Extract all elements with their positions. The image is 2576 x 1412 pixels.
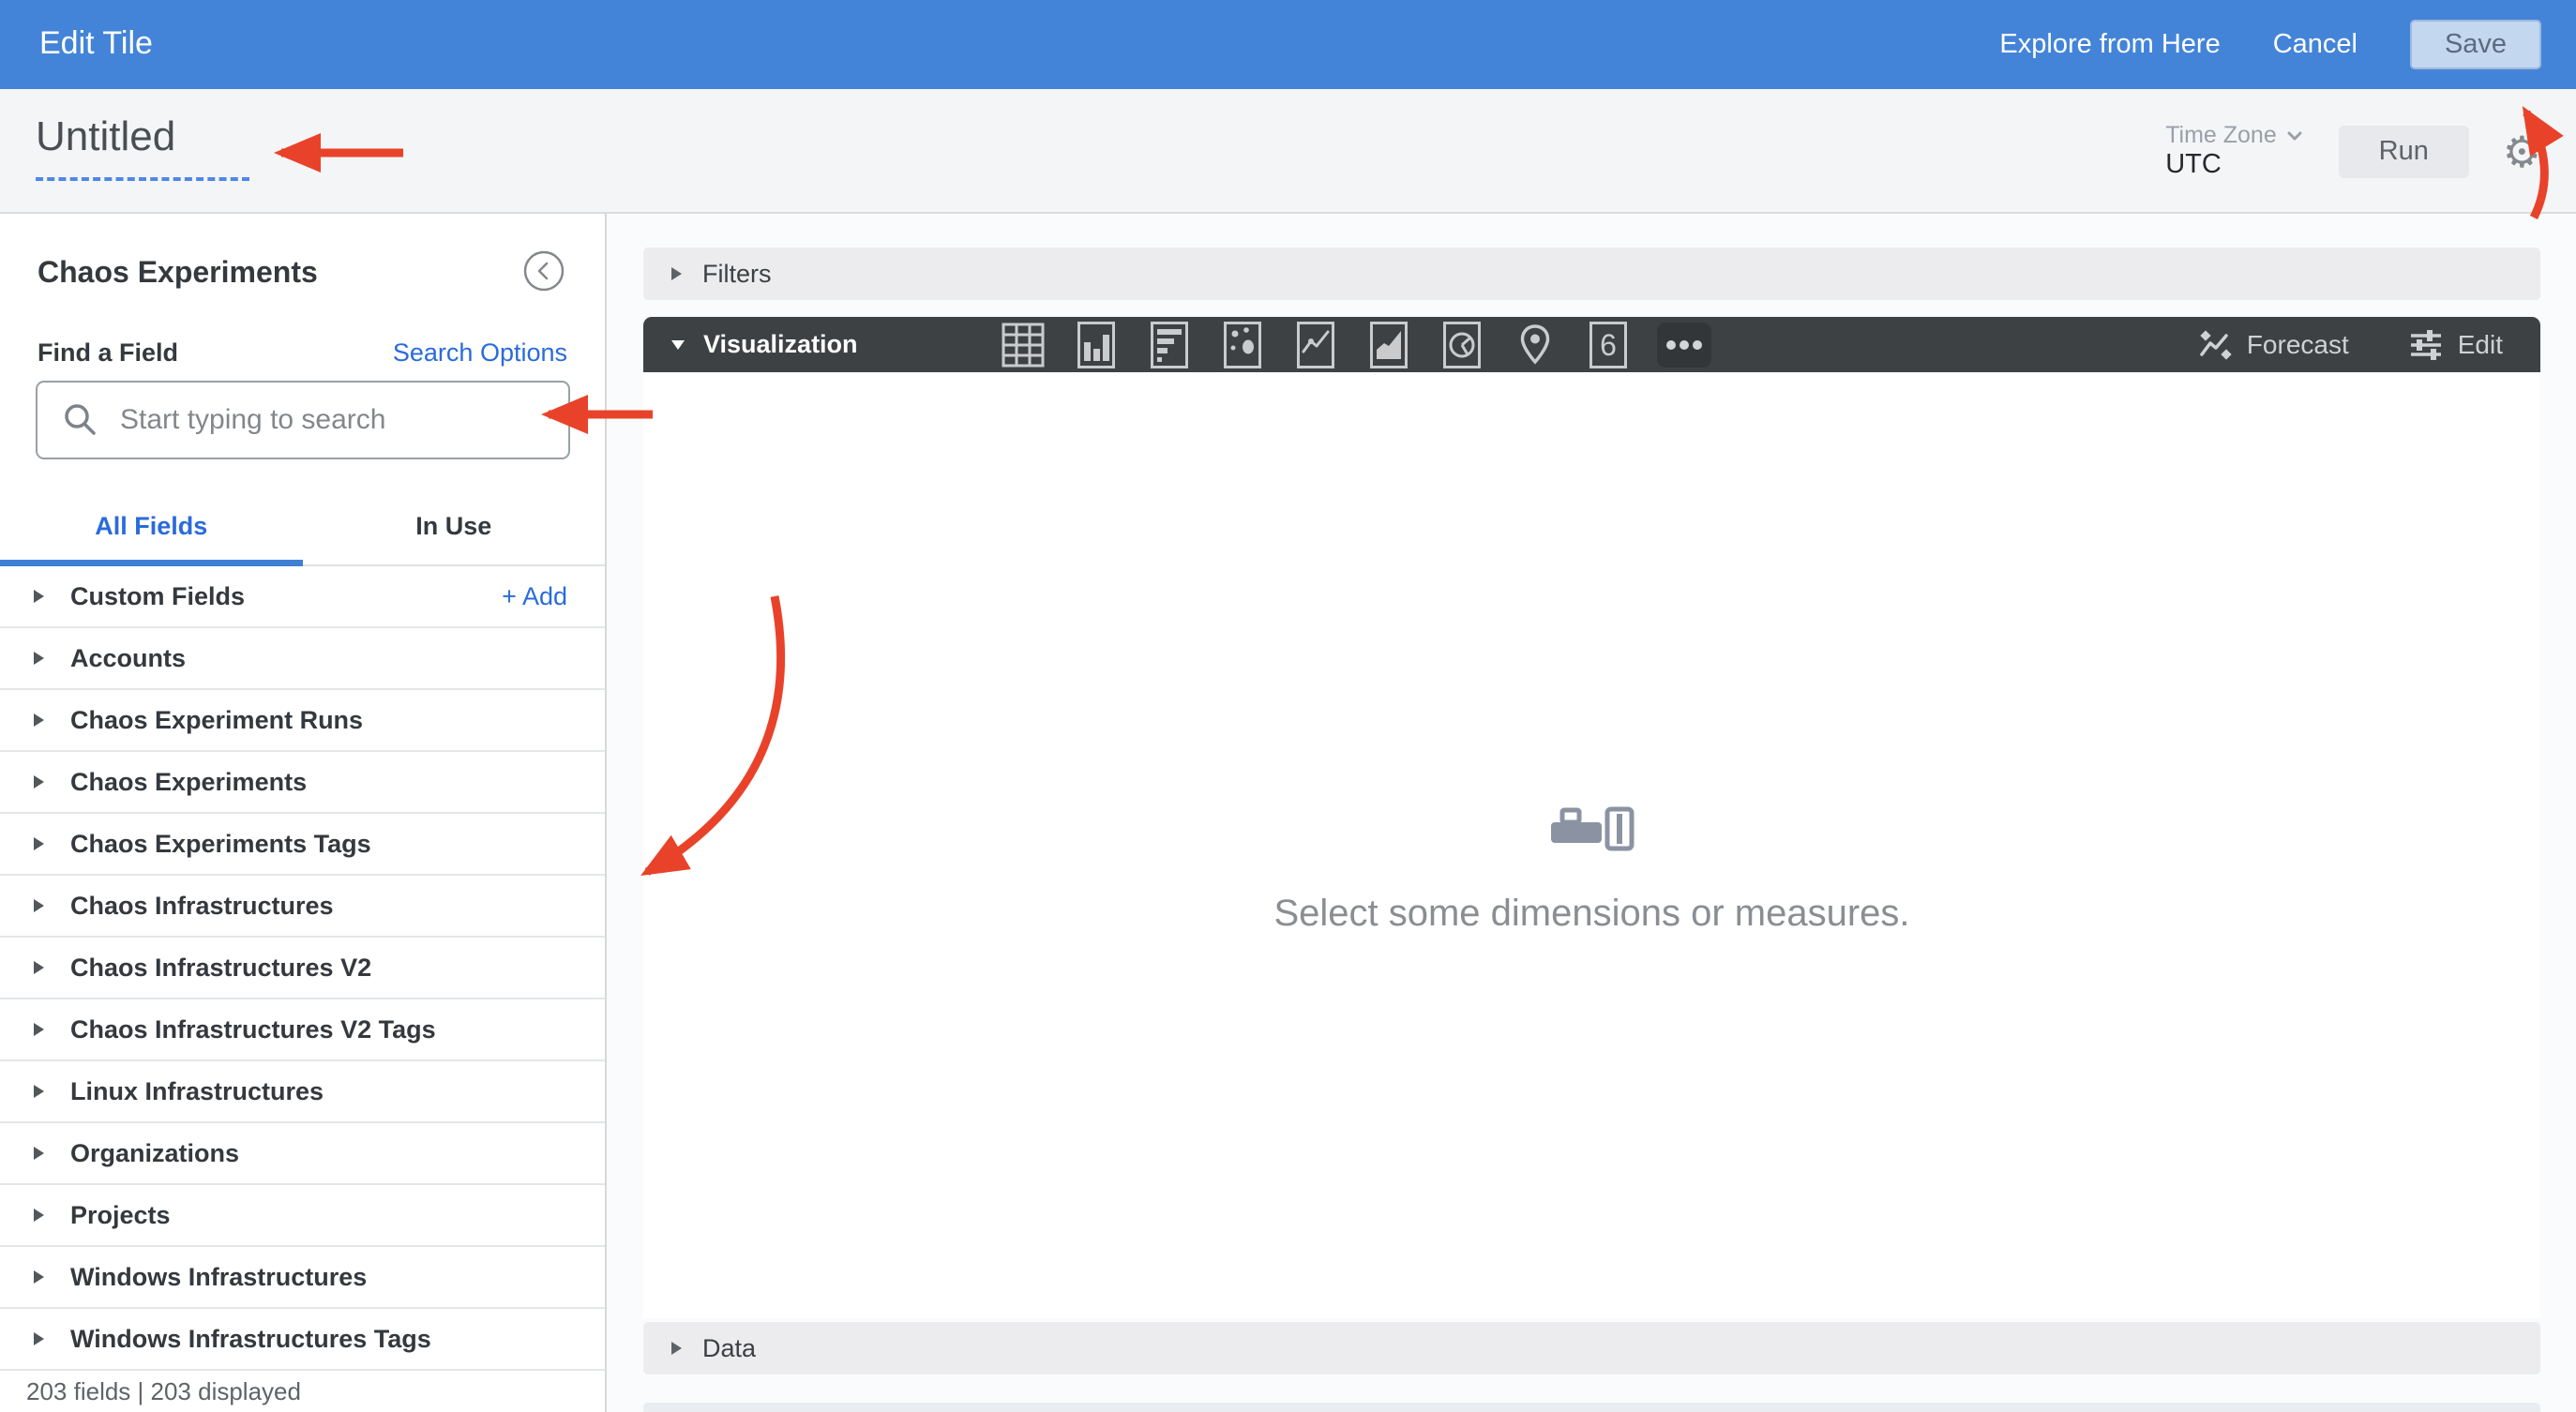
tile-title-editable[interactable]: Untitled xyxy=(36,113,249,181)
title-row-controls: Time Zone UTC Run ⚙ xyxy=(2165,89,2541,214)
expand-triangle-icon xyxy=(34,899,44,912)
field-group-custom-fields[interactable]: Custom Fields + Add xyxy=(0,566,605,628)
timezone-value: UTC xyxy=(2165,149,2222,180)
area-chart-icon[interactable] xyxy=(1364,321,1413,369)
single-value-icon[interactable]: 6 xyxy=(1584,321,1633,369)
forecast-button[interactable]: Forecast xyxy=(2198,328,2349,362)
edit-viz-button[interactable]: Edit xyxy=(2409,329,2503,361)
viz-type-picker: 6 xyxy=(999,321,1711,369)
expand-triangle-icon xyxy=(34,1270,44,1284)
expand-triangle-icon xyxy=(34,1332,44,1345)
cancel-button[interactable]: Cancel xyxy=(2273,29,2358,60)
timezone-label: Time Zone xyxy=(2165,122,2277,149)
sidebar-header: Chaos Experiments xyxy=(0,214,605,324)
sidebar-tabs: All Fields In Use xyxy=(0,488,605,566)
edit-tile-dialog: Edit Tile Explore from Here Cancel Save … xyxy=(0,0,2576,1412)
filters-section-bar[interactable]: Filters xyxy=(643,248,2540,300)
field-group-chaos-experiments-tags[interactable]: Chaos Experiments Tags xyxy=(0,814,605,876)
field-group-chaos-experiment-runs[interactable]: Chaos Experiment Runs xyxy=(0,690,605,752)
run-button[interactable]: Run xyxy=(2338,125,2469,178)
expand-triangle-icon xyxy=(671,267,682,280)
tile-title-text[interactable]: Untitled xyxy=(36,113,249,160)
visualization-section-bar: Visualization 6 Forecast Edit xyxy=(643,317,2540,372)
tab-in-use[interactable]: In Use xyxy=(303,488,606,564)
expand-triangle-icon xyxy=(34,652,44,665)
viz-empty-state: Select some dimensions or measures. xyxy=(643,804,2540,935)
field-group-linux-infrastructures[interactable]: Linux Infrastructures xyxy=(0,1061,605,1123)
next-section-edge xyxy=(643,1403,2540,1412)
field-group-chaos-infrastructures-v2[interactable]: Chaos Infrastructures V2 xyxy=(0,938,605,999)
top-bar: Edit Tile Explore from Here Cancel Save xyxy=(0,0,2576,89)
expand-triangle-icon xyxy=(34,961,44,974)
title-row: Untitled Time Zone UTC Run ⚙ xyxy=(0,89,2576,214)
visualization-canvas: Select some dimensions or measures. xyxy=(643,372,2540,1318)
bar-chart-icon[interactable] xyxy=(1145,321,1194,369)
expand-triangle-icon xyxy=(34,1023,44,1036)
svg-text:6: 6 xyxy=(1600,328,1617,362)
search-options-link[interactable]: Search Options xyxy=(393,338,567,368)
expand-triangle-icon xyxy=(671,1342,682,1355)
more-viz-types-icon[interactable] xyxy=(1656,322,1711,368)
search-icon xyxy=(65,404,96,435)
active-tab-underline xyxy=(0,560,303,566)
find-a-field-label: Find a Field xyxy=(38,338,179,367)
visualization-label[interactable]: Visualization xyxy=(703,330,858,359)
tab-all-fields[interactable]: All Fields xyxy=(0,488,303,566)
field-group-organizations[interactable]: Organizations xyxy=(0,1123,605,1185)
add-custom-field-button[interactable]: + Add xyxy=(502,582,567,611)
chevron-down-icon xyxy=(2287,131,2302,141)
expand-triangle-icon xyxy=(34,1209,44,1222)
expand-triangle-icon xyxy=(34,837,44,850)
field-group-accounts[interactable]: Accounts xyxy=(0,628,605,690)
flashlight-icon xyxy=(1550,806,1634,851)
viz-toolbar-right: Forecast Edit xyxy=(2198,328,2503,362)
gear-icon[interactable]: ⚙ xyxy=(2503,130,2541,173)
expand-triangle-icon xyxy=(34,775,44,789)
dialog-title: Edit Tile xyxy=(39,25,153,61)
field-group-chaos-infrastructures-v2-tags[interactable]: Chaos Infrastructures V2 Tags xyxy=(0,999,605,1061)
column-chart-icon[interactable] xyxy=(1072,321,1121,369)
field-group-chaos-infrastructures[interactable]: Chaos Infrastructures xyxy=(0,876,605,938)
field-group-windows-infrastructures-tags[interactable]: Windows Infrastructures Tags xyxy=(0,1309,605,1371)
expand-triangle-icon xyxy=(34,1147,44,1160)
empty-state-message: Select some dimensions or measures. xyxy=(1273,893,1910,934)
top-bar-actions: Explore from Here Cancel Save xyxy=(1999,0,2541,89)
expand-triangle-icon xyxy=(34,714,44,727)
field-count-footer: 203 fields | 203 displayed xyxy=(0,1371,605,1412)
scatter-chart-icon[interactable] xyxy=(1218,321,1267,369)
field-search-box[interactable] xyxy=(36,381,570,459)
pie-chart-icon[interactable] xyxy=(1438,321,1486,369)
table-icon[interactable] xyxy=(999,321,1047,369)
timezone-selector[interactable]: Time Zone UTC xyxy=(2165,122,2305,180)
find-a-field-row: Find a Field Search Options xyxy=(38,334,567,371)
field-picker-sidebar: Chaos Experiments Find a Field Search Op… xyxy=(0,214,607,1412)
field-group-chaos-experiments[interactable]: Chaos Experiments xyxy=(0,752,605,814)
field-group-windows-infrastructures[interactable]: Windows Infrastructures xyxy=(0,1247,605,1309)
line-chart-icon[interactable] xyxy=(1291,321,1340,369)
field-count-text: 203 fields | 203 displayed xyxy=(26,1376,301,1405)
field-group-list: Custom Fields + Add Accounts Chaos Exper… xyxy=(0,566,605,1371)
explore-from-here-link[interactable]: Explore from Here xyxy=(1999,29,2220,60)
map-pin-icon[interactable] xyxy=(1511,321,1559,369)
collapse-triangle-icon[interactable] xyxy=(671,339,685,350)
explore-main-area: Filters Visualization 6 Forecast Edit Se… xyxy=(609,216,2576,1412)
expand-triangle-icon xyxy=(34,590,44,603)
title-dashed-underline xyxy=(36,177,249,181)
tune-sliders-icon xyxy=(2410,329,2441,360)
data-section-bar[interactable]: Data xyxy=(643,1322,2540,1374)
expand-triangle-icon xyxy=(34,1085,44,1098)
forecast-sparkle-icon xyxy=(2200,329,2232,360)
collapse-sidebar-icon[interactable] xyxy=(522,249,565,293)
save-button[interactable]: Save xyxy=(2410,20,2541,69)
explore-name: Chaos Experiments xyxy=(38,255,318,289)
field-group-projects[interactable]: Projects xyxy=(0,1185,605,1247)
field-search-input[interactable] xyxy=(120,404,514,436)
